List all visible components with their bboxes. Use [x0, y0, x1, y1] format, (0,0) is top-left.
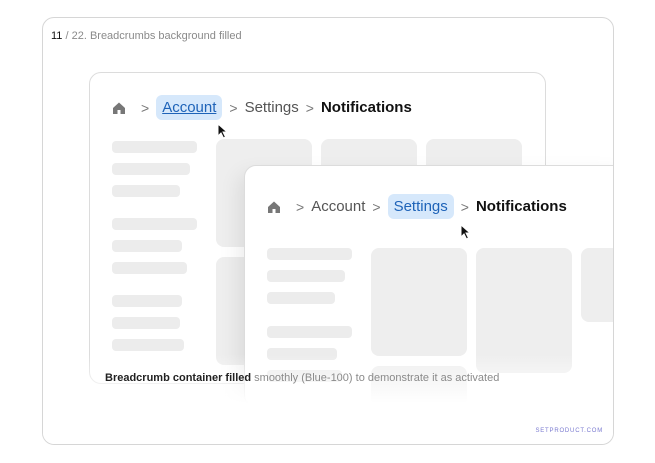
bottom-fade: [43, 354, 613, 444]
slide-card: 11 / 22. Breadcrumbs background filled >…: [42, 17, 614, 445]
skeleton-line: [267, 270, 345, 282]
home-icon[interactable]: [112, 101, 126, 115]
skeleton-line: [112, 295, 182, 307]
breadcrumb-item-settings[interactable]: Settings: [387, 194, 454, 219]
skeleton-line: [267, 326, 352, 338]
skeleton-line: [112, 185, 180, 197]
skeleton-line: [267, 248, 352, 260]
breadcrumb-separator: >: [460, 198, 469, 215]
slide-title: 11 / 22. Breadcrumbs background filled: [51, 30, 242, 42]
home-icon[interactable]: [267, 200, 281, 214]
breadcrumb-separator: >: [296, 198, 305, 215]
skeleton-line: [112, 218, 197, 230]
breadcrumb-item-account[interactable]: Account: [156, 95, 223, 120]
skeleton-line: [112, 141, 197, 153]
caption-bold: Breadcrumb container filled: [105, 372, 252, 384]
slide-number: 11: [51, 30, 63, 42]
breadcrumb-separator: >: [305, 99, 314, 116]
skeleton-line: [267, 292, 335, 304]
breadcrumb-current: Notifications: [320, 99, 412, 116]
breadcrumb: > Account > Settings > Notifications: [112, 95, 412, 120]
breadcrumb-item-settings[interactable]: Settings: [245, 99, 299, 116]
skeleton-line: [112, 240, 182, 252]
content-card: [581, 248, 613, 322]
brand-label: SETPRODUCT.COM: [535, 428, 603, 434]
breadcrumb-item-account[interactable]: Account: [311, 198, 365, 215]
breadcrumb-separator: >: [141, 99, 150, 116]
skeleton-line: [112, 317, 180, 329]
content-card: [371, 248, 467, 356]
caption-rest: smoothly (Blue-100) to demonstrate it as…: [251, 372, 500, 384]
cursor-icon: [460, 224, 472, 240]
breadcrumb: > Account > Settings > Notifications: [267, 194, 567, 219]
breadcrumb-separator: >: [229, 99, 238, 116]
cursor-icon: [217, 123, 229, 139]
breadcrumb-current: Notifications: [475, 198, 567, 215]
breadcrumb-separator: >: [372, 198, 381, 215]
skeleton-line: [112, 262, 187, 274]
skeleton-line: [112, 339, 184, 351]
caption: Breadcrumb container filled smoothly (Bl…: [105, 372, 499, 384]
slide-title-text: / 22. Breadcrumbs background filled: [62, 30, 242, 42]
skeleton-line: [112, 163, 190, 175]
